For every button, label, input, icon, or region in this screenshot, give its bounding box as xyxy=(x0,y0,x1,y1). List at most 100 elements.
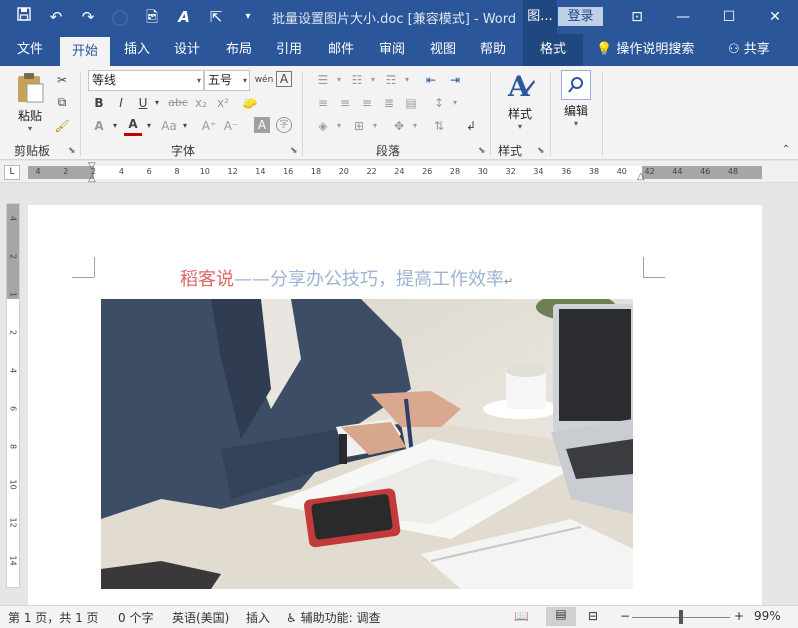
styles-launcher-icon[interactable]: ⬊ xyxy=(537,146,545,156)
print-layout-icon[interactable]: ▤ xyxy=(546,607,576,626)
font-name-select[interactable]: 等线 ▾ xyxy=(88,70,204,91)
text-effects-dropdown-icon[interactable]: ▾ xyxy=(110,116,120,136)
tab-format[interactable]: 格式 xyxy=(523,34,583,66)
tab-file[interactable]: 文件 xyxy=(6,34,54,66)
font-size-select[interactable]: 五号 ▾ xyxy=(204,70,250,91)
font-launcher-icon[interactable]: ⬊ xyxy=(290,146,298,156)
multilevel-dropdown-icon[interactable]: ▾ xyxy=(402,70,412,90)
tab-review[interactable]: 审阅 xyxy=(369,34,415,66)
tell-me-search[interactable]: 💡 操作说明搜索 xyxy=(596,34,694,66)
numbering-dropdown-icon[interactable]: ▾ xyxy=(368,70,378,90)
justify-icon[interactable]: ≣ xyxy=(378,93,400,113)
read-mode-icon[interactable]: 📖 xyxy=(514,609,529,623)
change-case-button[interactable]: Aa xyxy=(158,116,180,136)
tab-references[interactable]: 引用 xyxy=(266,34,312,66)
close-icon[interactable]: ✕ xyxy=(752,0,798,34)
copy-icon[interactable]: ⧉ xyxy=(52,92,72,112)
tab-help[interactable]: 帮助 xyxy=(470,34,516,66)
borders-dropdown-icon[interactable]: ▾ xyxy=(370,116,380,136)
tab-selector[interactable]: L xyxy=(4,165,20,180)
office-desk-photo[interactable] xyxy=(101,299,633,589)
distributed-icon[interactable]: ▤ xyxy=(400,93,422,113)
document-area[interactable]: 稻客说——分享办公技巧，提高工作效率↵ xyxy=(22,183,798,605)
bold-button[interactable]: B xyxy=(90,93,108,113)
chinese-layout-icon[interactable]: ✥ xyxy=(388,116,410,136)
font-color-dropdown-icon[interactable]: ▾ xyxy=(144,116,154,136)
phonetic-guide-icon[interactable]: wén xyxy=(254,70,274,90)
cursor-icon[interactable]: ⇱ xyxy=(206,7,226,27)
share-button[interactable]: ⚇ 共享 xyxy=(728,34,770,66)
clear-format-icon[interactable]: 🧽 xyxy=(240,93,260,113)
align-right-icon[interactable]: ≡ xyxy=(356,93,378,113)
zoom-slider-thumb[interactable] xyxy=(679,610,683,624)
font-color-button[interactable]: A xyxy=(124,116,142,136)
line-spacing-dropdown-icon[interactable]: ▾ xyxy=(450,93,460,113)
borders-icon[interactable]: ⊞ xyxy=(348,116,370,136)
chinese-layout-dropdown-icon[interactable]: ▾ xyxy=(410,116,420,136)
zoom-level[interactable]: 99% xyxy=(754,609,781,623)
vertical-ruler[interactable]: 4 2 1 2 4 6 8 10 12 14 xyxy=(6,203,20,588)
web-layout-icon[interactable]: ⊟ xyxy=(588,609,598,623)
tab-insert[interactable]: 插入 xyxy=(114,34,160,66)
paste-button[interactable]: 粘贴 ▾ xyxy=(12,72,48,133)
tab-mailings[interactable]: 邮件 xyxy=(318,34,364,66)
accessibility-status[interactable]: ♿ 辅助功能: 调查 xyxy=(286,609,380,626)
enclose-char-button[interactable]: 字 xyxy=(276,117,292,133)
word-count[interactable]: 0 个字 xyxy=(118,609,153,626)
increase-indent-icon[interactable]: ⇥ xyxy=(444,70,466,90)
collapse-ribbon-icon[interactable]: ⌃ xyxy=(778,140,794,160)
ribbon-options-icon[interactable]: ⊡ xyxy=(614,0,660,34)
tab-home[interactable]: 开始 xyxy=(60,37,110,66)
save-icon[interactable] xyxy=(14,6,34,27)
undo-icon[interactable]: ↶ xyxy=(46,7,66,27)
underline-dropdown-icon[interactable]: ▾ xyxy=(152,93,162,113)
numbering-icon[interactable]: ☷ xyxy=(346,70,368,90)
underline-button[interactable]: U xyxy=(134,93,152,113)
page-count[interactable]: 第 1 页，共 1 页 xyxy=(8,609,99,626)
grow-font-button[interactable]: A⁺ xyxy=(200,116,218,136)
zoom-in-button[interactable]: + xyxy=(734,609,744,623)
italic-button[interactable]: I xyxy=(112,93,130,113)
shading-dropdown-icon[interactable]: ▾ xyxy=(334,116,344,136)
minimize-icon[interactable]: — xyxy=(660,0,706,34)
format-painter-icon[interactable]: 🖌 xyxy=(52,116,72,136)
tab-layout[interactable]: 布局 xyxy=(216,34,262,66)
align-left-icon[interactable]: ≡ xyxy=(312,93,334,113)
styles-button[interactable]: A 样式 ▾ xyxy=(500,70,540,131)
customize-icon[interactable]: ▾ xyxy=(238,7,258,27)
redo-icon[interactable]: ↷ xyxy=(78,7,98,27)
tab-design[interactable]: 设计 xyxy=(164,34,210,66)
char-shading-button[interactable]: A xyxy=(254,117,270,133)
image-icon[interactable]: 🖻 xyxy=(142,7,162,27)
document-heading[interactable]: 稻客说——分享办公技巧，提高工作效率↵ xyxy=(180,265,513,291)
clipboard-launcher-icon[interactable]: ⬊ xyxy=(68,146,76,156)
language-indicator[interactable]: 英语(美国) xyxy=(172,609,229,626)
zoom-out-button[interactable]: − xyxy=(620,609,630,623)
page[interactable]: 稻客说——分享办公技巧，提高工作效率↵ xyxy=(28,205,762,605)
multilevel-list-icon[interactable]: ☶ xyxy=(380,70,402,90)
bullets-dropdown-icon[interactable]: ▾ xyxy=(334,70,344,90)
char-border-icon[interactable]: A xyxy=(276,71,292,87)
maximize-icon[interactable]: ☐ xyxy=(706,0,752,34)
strikethrough-button[interactable]: abc xyxy=(166,93,190,113)
shrink-font-button[interactable]: A⁻ xyxy=(222,116,240,136)
superscript-button[interactable]: x² xyxy=(214,93,232,113)
align-center-icon[interactable]: ≡ xyxy=(334,93,356,113)
login-button[interactable]: 登录 xyxy=(558,7,603,26)
decrease-indent-icon[interactable]: ⇤ xyxy=(420,70,442,90)
first-line-indent-marker[interactable]: ▽ xyxy=(88,161,96,172)
shading-icon[interactable]: ◈ xyxy=(312,116,334,136)
line-spacing-icon[interactable]: ↕ xyxy=(428,93,450,113)
insert-mode[interactable]: 插入 xyxy=(246,609,270,626)
text-effects-icon[interactable]: A xyxy=(174,7,194,27)
paragraph-launcher-icon[interactable]: ⬊ xyxy=(478,146,486,156)
change-case-dropdown-icon[interactable]: ▾ xyxy=(180,116,190,136)
show-marks-icon[interactable]: ↲ xyxy=(460,116,482,136)
right-indent-marker[interactable]: △ xyxy=(637,171,645,182)
sort-icon[interactable]: ⇅ xyxy=(428,116,450,136)
horizontal-ruler[interactable]: 4 2 2 4 6 8 10 12 14 16 18 20 22 24 26 28 30 32 34 36 38 40 42… xyxy=(28,166,762,179)
tab-view[interactable]: 视图 xyxy=(420,34,466,66)
bullets-icon[interactable]: ☰ xyxy=(312,70,334,90)
editing-button[interactable]: 编辑 ▾ xyxy=(558,70,594,128)
circle-icon[interactable]: ◯ xyxy=(110,7,130,27)
